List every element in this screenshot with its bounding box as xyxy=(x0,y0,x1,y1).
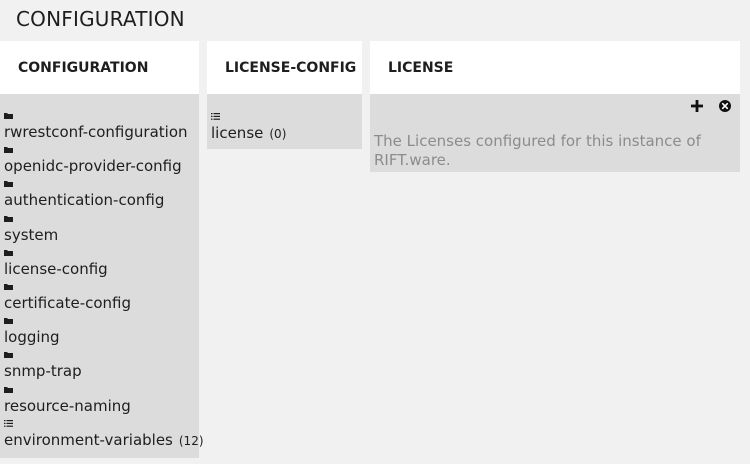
item-label: license-config xyxy=(4,259,108,278)
license-detail: The Licenses configured for this instanc… xyxy=(370,94,740,172)
folder-icon xyxy=(4,215,199,224)
license-panel-header: LICENSE xyxy=(370,41,740,94)
item-count: (0) xyxy=(269,127,287,141)
list-item-system[interactable]: system xyxy=(0,215,199,249)
list-item-logging[interactable]: logging xyxy=(0,317,199,351)
page-title: CONFIGURATION xyxy=(16,7,185,31)
license-config-panel: LICENSE-CONFIG license (0) xyxy=(207,41,362,149)
configuration-panel: CONFIGURATION rwrestconf-configuration o… xyxy=(0,41,204,458)
list-item-rwrestconf-configuration[interactable]: rwrestconf-configuration xyxy=(0,112,199,146)
item-label: environment-variables xyxy=(4,430,173,449)
folder-icon xyxy=(4,386,199,395)
list-item-authentication-config[interactable]: authentication-config xyxy=(0,180,199,214)
remove-icon[interactable] xyxy=(718,99,732,113)
configuration-panel-header: CONFIGURATION xyxy=(0,41,199,94)
folder-icon xyxy=(4,180,199,189)
panel-actions xyxy=(690,99,732,113)
license-config-list: license (0) xyxy=(207,94,362,149)
list-icon xyxy=(4,419,199,429)
license-config-panel-header: LICENSE-CONFIG xyxy=(207,41,362,94)
item-label: certificate-config xyxy=(4,293,132,312)
item-label: rwrestconf-configuration xyxy=(4,123,188,141)
license-description: The Licenses configured for this instanc… xyxy=(374,132,701,169)
list-item-certificate-config[interactable]: certificate-config xyxy=(0,283,199,317)
list-item-snmp-trap[interactable]: snmp-trap xyxy=(0,351,199,385)
list-item-license-config[interactable]: license-config xyxy=(0,249,199,283)
item-label: resource-naming xyxy=(4,396,131,415)
folder-icon xyxy=(4,249,199,258)
configuration-list: rwrestconf-configuration openidc-provide… xyxy=(0,94,204,458)
item-count: (12) xyxy=(178,433,204,448)
list-item-resource-naming[interactable]: resource-naming xyxy=(0,386,199,420)
folder-icon xyxy=(4,283,199,292)
folder-icon xyxy=(4,351,199,360)
item-label: openidc-provider-config xyxy=(4,157,182,176)
add-icon[interactable] xyxy=(690,99,704,113)
list-item-license[interactable]: license (0) xyxy=(207,113,362,147)
folder-icon xyxy=(4,317,199,326)
folder-icon xyxy=(4,146,199,155)
list-item-openidc-provider-config[interactable]: openidc-provider-config xyxy=(0,146,199,180)
item-label: authentication-config xyxy=(4,191,165,210)
item-label: license xyxy=(211,124,264,142)
folder-icon xyxy=(4,112,199,121)
item-label: snmp-trap xyxy=(4,362,82,381)
list-icon xyxy=(211,113,362,122)
item-label: system xyxy=(4,225,59,244)
item-label: logging xyxy=(4,328,60,347)
license-panel: LICENSE The Licenses configured for this… xyxy=(370,41,740,172)
list-item-environment-variables[interactable]: environment-variables (12) xyxy=(0,419,204,454)
